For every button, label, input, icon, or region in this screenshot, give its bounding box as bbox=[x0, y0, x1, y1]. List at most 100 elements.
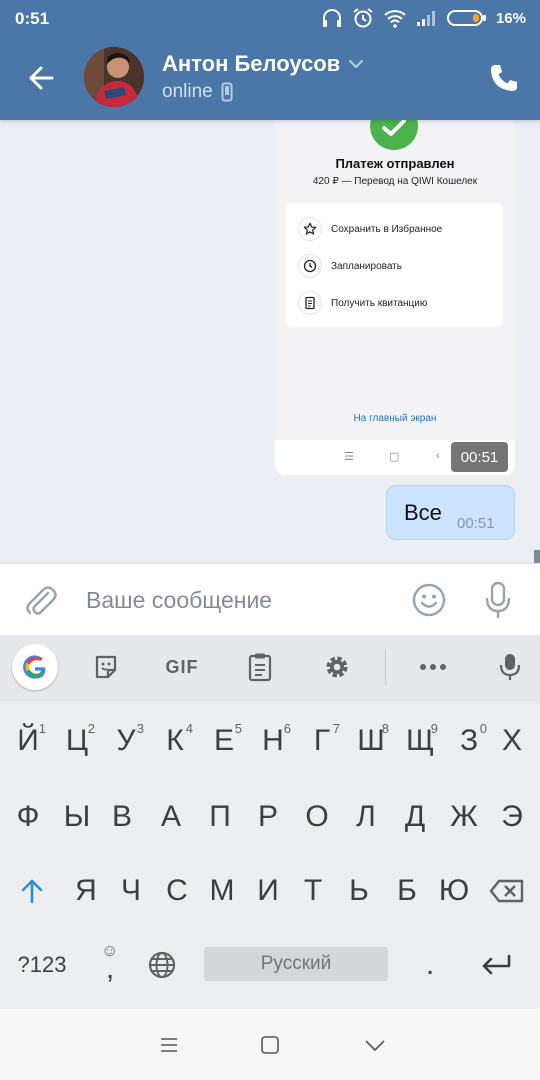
enter-key[interactable] bbox=[470, 935, 522, 995]
home-screen-link: На главный экран bbox=[353, 413, 437, 424]
arrow-left-icon bbox=[29, 66, 54, 90]
key[interactable]: И bbox=[244, 861, 292, 921]
google-icon bbox=[23, 655, 46, 679]
battery-icon bbox=[446, 10, 486, 26]
google-button[interactable] bbox=[12, 644, 58, 690]
key[interactable]: Э bbox=[488, 787, 536, 847]
headphones-icon bbox=[322, 9, 341, 27]
key[interactable]: Я bbox=[62, 861, 110, 921]
clipboard-button[interactable] bbox=[243, 649, 277, 685]
microphone-icon bbox=[499, 654, 521, 680]
key-label: Н bbox=[262, 724, 284, 757]
key[interactable]: Й1 bbox=[4, 711, 52, 771]
contact-name-row[interactable]: Антон Белоусов bbox=[162, 51, 364, 77]
contact-status-row: online bbox=[162, 81, 233, 103]
key[interactable]: П bbox=[196, 787, 244, 847]
call-button[interactable] bbox=[488, 62, 520, 94]
back-chevron-icon: ‹ bbox=[436, 450, 440, 462]
comma-emoji-key[interactable]: ☺ , bbox=[86, 935, 134, 995]
emoji-button[interactable] bbox=[411, 582, 447, 618]
payment-options-card: Сохранить в Избранное Запланировать Полу… bbox=[286, 203, 503, 327]
option-label: Сохранить в Избранное bbox=[331, 223, 443, 235]
back-nav-button[interactable] bbox=[360, 1031, 390, 1059]
key[interactable]: Ц2 bbox=[53, 711, 101, 771]
phone-icon bbox=[491, 65, 517, 91]
scrollbar[interactable] bbox=[534, 550, 540, 563]
key-label: Ц bbox=[65, 724, 89, 757]
voice-input-button[interactable] bbox=[494, 649, 526, 685]
key[interactable]: Ю bbox=[430, 861, 478, 921]
sticker-icon bbox=[95, 655, 117, 679]
key[interactable]: Б bbox=[383, 861, 431, 921]
voice-message-button[interactable] bbox=[482, 580, 514, 620]
back-button[interactable] bbox=[22, 60, 62, 96]
shift-key[interactable] bbox=[8, 861, 56, 921]
key[interactable]: В bbox=[98, 787, 146, 847]
keyboard-toolbar: GIF bbox=[0, 635, 540, 701]
home-button[interactable] bbox=[255, 1031, 285, 1059]
key[interactable]: Т bbox=[289, 861, 337, 921]
key[interactable]: Ш8 bbox=[347, 711, 395, 771]
backspace-key[interactable] bbox=[483, 861, 531, 921]
key[interactable]: Ь bbox=[335, 861, 383, 921]
sticker-button[interactable] bbox=[88, 649, 124, 685]
square-icon: ▢ bbox=[389, 451, 400, 463]
key[interactable]: К4 bbox=[151, 711, 199, 771]
key[interactable]: Ф bbox=[4, 787, 52, 847]
avatar[interactable] bbox=[84, 47, 144, 107]
message-input[interactable] bbox=[86, 582, 386, 618]
chat-area[interactable]: Платеж отправлен 420 ₽ — Перевод на QIWI… bbox=[0, 120, 540, 563]
outgoing-message[interactable]: Все 00:51 bbox=[386, 485, 515, 540]
key-hint: 9 bbox=[430, 721, 438, 736]
status-bar: 0:51 16% bbox=[0, 0, 540, 36]
language-key[interactable] bbox=[138, 935, 186, 995]
screenshot-message[interactable]: Платеж отправлен 420 ₽ — Перевод на QIWI… bbox=[275, 120, 515, 475]
key-hint: 0 bbox=[479, 721, 487, 736]
key[interactable]: Х bbox=[488, 711, 536, 771]
key-label: З bbox=[459, 724, 479, 757]
key-hint: 3 bbox=[136, 721, 144, 736]
period-key[interactable]: . bbox=[406, 935, 454, 995]
menu-button[interactable] bbox=[154, 1031, 184, 1059]
status-time: 0:51 bbox=[15, 9, 50, 28]
symbols-key[interactable]: ?123 bbox=[10, 935, 74, 995]
key-label: У bbox=[116, 724, 136, 757]
key[interactable]: Р bbox=[244, 787, 292, 847]
key[interactable]: А bbox=[147, 787, 195, 847]
key[interactable]: О bbox=[293, 787, 341, 847]
key-hint: 8 bbox=[381, 721, 389, 736]
key[interactable]: Щ9 bbox=[396, 711, 444, 771]
key[interactable]: Е5 bbox=[200, 711, 248, 771]
signal-icon bbox=[416, 11, 435, 26]
space-key[interactable]: Русский bbox=[204, 947, 388, 981]
toolbar-divider bbox=[385, 649, 386, 685]
more-button[interactable] bbox=[416, 649, 450, 685]
message-composer bbox=[0, 563, 540, 635]
globe-icon bbox=[148, 951, 176, 979]
key[interactable]: Д bbox=[391, 787, 439, 847]
payment-subtitle: 420 ₽ — Перевод на QIWI Кошелек bbox=[312, 176, 478, 187]
key[interactable]: С bbox=[153, 861, 201, 921]
key[interactable]: Н6 bbox=[249, 711, 297, 771]
wifi-icon bbox=[384, 10, 406, 28]
shift-arrow-icon bbox=[21, 879, 43, 904]
chat-header: Антон Белоусов online bbox=[0, 36, 540, 120]
key[interactable]: Ы bbox=[53, 787, 101, 847]
enter-icon bbox=[482, 954, 511, 975]
option-label: Получить квитанцию bbox=[331, 297, 428, 309]
key[interactable]: У3 bbox=[102, 711, 150, 771]
key[interactable]: Г7 bbox=[298, 711, 346, 771]
key[interactable]: Ч bbox=[107, 861, 155, 921]
key[interactable]: Л bbox=[342, 787, 390, 847]
settings-button[interactable] bbox=[320, 649, 354, 685]
attach-button[interactable] bbox=[24, 583, 58, 619]
key[interactable]: Ж bbox=[440, 787, 488, 847]
key-label: Х bbox=[501, 724, 522, 757]
key[interactable]: М bbox=[198, 861, 246, 921]
message-time: 00:51 bbox=[457, 515, 495, 532]
key-hint: 6 bbox=[283, 721, 291, 736]
option-save-favorite: Сохранить в Избранное bbox=[298, 217, 442, 241]
gif-button[interactable]: GIF bbox=[158, 649, 206, 685]
square-icon bbox=[261, 1036, 279, 1054]
key[interactable]: З0 bbox=[445, 711, 493, 771]
